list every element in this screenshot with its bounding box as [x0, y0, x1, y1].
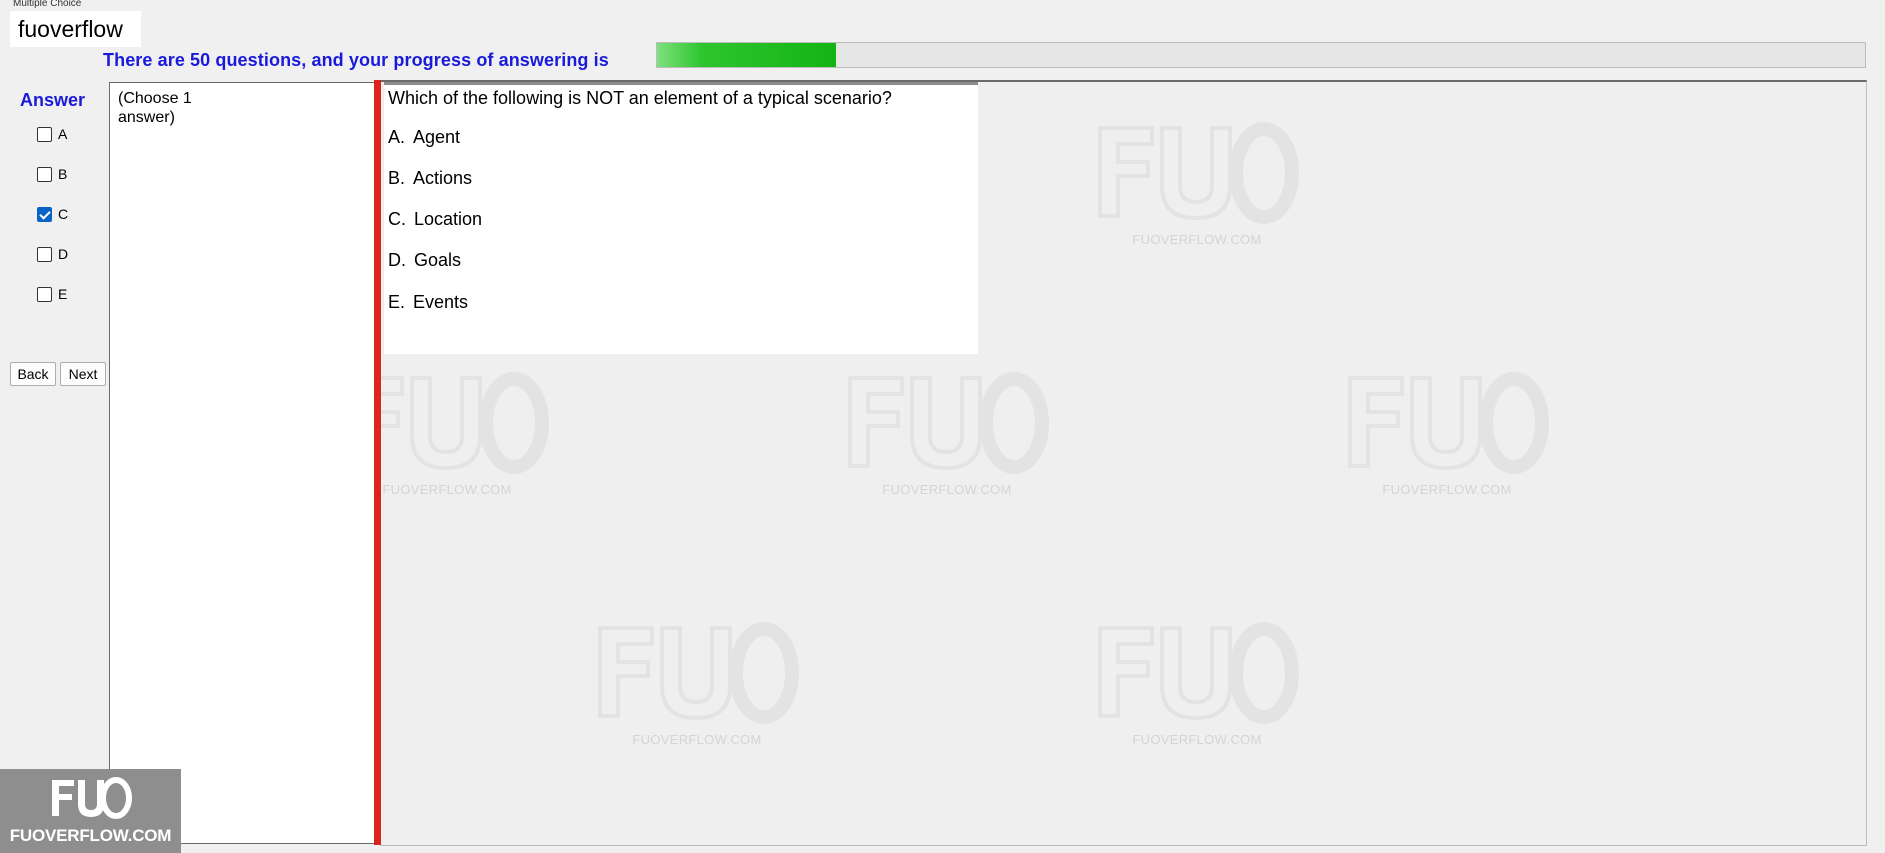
choice-b: B. Actions — [388, 168, 472, 189]
progress-text: There are 50 questions, and your progres… — [103, 50, 609, 70]
choice-letter: E. — [388, 292, 406, 312]
answer-option-label: B — [58, 166, 68, 182]
question-text: Which of the following is NOT an element… — [388, 88, 892, 108]
next-button[interactable]: Next — [60, 362, 106, 386]
progress-bar — [656, 42, 1866, 68]
choice-c: C. Location — [388, 209, 482, 230]
choice-text: Goals — [414, 250, 462, 270]
instruction-text: (Choose 1 answer) — [118, 90, 192, 126]
checkbox-d[interactable] — [37, 246, 52, 262]
brand-label: fuoverflow — [10, 11, 141, 47]
choice-text: Agent — [413, 127, 461, 147]
window-tab-title: Multiple Choice — [13, 0, 82, 8]
choice-letter: A. — [388, 127, 406, 147]
choice-letter: C. — [388, 209, 406, 229]
choice-letter: B. — [388, 168, 406, 188]
checkbox-a[interactable] — [37, 126, 52, 142]
choice-letter: D. — [388, 250, 406, 270]
checkbox-e[interactable] — [37, 286, 52, 302]
back-button[interactable]: Back — [10, 362, 56, 386]
choice-d: D. Goals — [388, 250, 461, 271]
checkbox-c[interactable] — [37, 206, 52, 222]
answer-option-label: E — [58, 286, 68, 302]
answer-option-b[interactable]: B — [37, 164, 67, 184]
panel-divider[interactable] — [374, 80, 381, 845]
logo-caption: FUOVERFLOW.COM — [9, 826, 172, 845]
answer-option-c[interactable]: C — [37, 204, 68, 224]
fuoverflow-logo: FUOVERFLOW.COM — [0, 769, 181, 853]
answer-option-e[interactable]: E — [37, 284, 67, 304]
answer-panel: Answer A B C D E — [10, 80, 110, 850]
fuo-logo-icon — [52, 777, 132, 819]
answer-option-a[interactable]: A — [37, 124, 67, 144]
answer-option-label: A — [58, 126, 68, 142]
checkbox-b[interactable] — [37, 166, 52, 182]
answer-title: Answer — [20, 90, 86, 110]
choice-a: A. Agent — [388, 127, 460, 148]
question-card: Which of the following is NOT an element… — [384, 82, 978, 354]
choice-e: E. Events — [388, 292, 468, 313]
instruction-box: (Choose 1 answer) — [109, 82, 375, 844]
answer-option-label: D — [58, 246, 69, 262]
choice-text: Actions — [413, 168, 473, 188]
answer-option-label: C — [58, 206, 69, 222]
choice-text: Location — [414, 209, 483, 229]
progress-bar-fill — [657, 43, 836, 67]
choice-text: Events — [413, 292, 469, 312]
answer-option-d[interactable]: D — [37, 244, 68, 264]
